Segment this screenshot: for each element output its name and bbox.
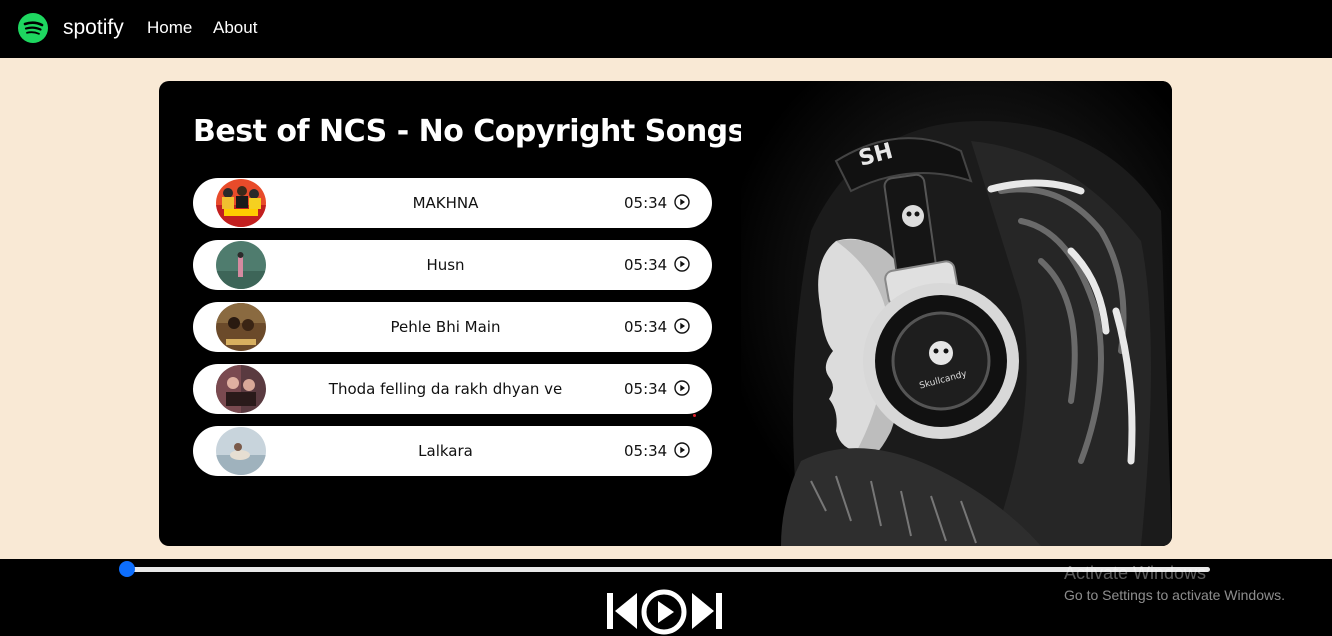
song-item-husn[interactable]: Husn 05:34 xyxy=(193,240,712,290)
song-item-thoda-felling[interactable]: Thoda felling da rakh dhyan ve 05:34 xyxy=(193,364,712,414)
play-circle-icon[interactable] xyxy=(674,442,690,458)
song-title: Husn xyxy=(426,256,465,274)
song-title: Lalkara xyxy=(418,442,473,460)
next-icon[interactable] xyxy=(690,591,724,631)
decorative-dot xyxy=(693,414,696,417)
brand-name[interactable]: spotify xyxy=(63,16,124,40)
song-duration: 05:34 xyxy=(624,380,668,398)
play-circle-icon[interactable] xyxy=(674,194,690,210)
song-duration: 05:34 xyxy=(624,318,668,336)
song-item-makhna[interactable]: MAKHNA 05:34 xyxy=(193,178,712,228)
song-title: Thoda felling da rakh dhyan ve xyxy=(328,380,563,398)
song-cover-image xyxy=(216,427,266,475)
song-title: Pehle Bhi Main xyxy=(390,318,501,336)
play-circle-icon[interactable] xyxy=(674,318,690,334)
activate-windows-subtitle: Go to Settings to activate Windows. xyxy=(1064,587,1285,603)
song-item-pehle-bhi-main[interactable]: Pehle Bhi Main 05:34 xyxy=(193,302,712,352)
song-item-lalkara[interactable]: Lalkara 05:34 xyxy=(193,426,712,476)
progress-thumb[interactable] xyxy=(119,561,135,577)
playlist-card: Best of NCS - No Copyright Songs MAKHNA … xyxy=(159,81,1172,546)
nav-link-home[interactable]: Home xyxy=(147,18,192,38)
song-duration: 05:34 xyxy=(624,194,668,212)
headphones-woman-image: SH Skullcandy xyxy=(741,81,1172,546)
playlist-title: Best of NCS - No Copyright Songs xyxy=(193,114,746,149)
song-cover-image xyxy=(216,241,266,289)
play-circle-icon[interactable] xyxy=(674,380,690,396)
progress-bar[interactable] xyxy=(127,567,1210,572)
play-circle-icon[interactable] xyxy=(674,256,690,272)
song-title: MAKHNA xyxy=(412,194,479,212)
previous-icon[interactable] xyxy=(605,591,639,631)
song-duration: 05:34 xyxy=(624,442,668,460)
spotify-logo-icon[interactable] xyxy=(18,13,48,43)
song-cover-image xyxy=(216,303,266,351)
song-cover-image xyxy=(216,365,266,413)
play-icon[interactable] xyxy=(641,589,687,635)
activate-windows-title: Activate Windows xyxy=(1064,563,1207,583)
song-duration: 05:34 xyxy=(624,256,668,274)
navbar: spotify Home About xyxy=(0,0,1332,58)
nav-link-about[interactable]: About xyxy=(213,18,257,38)
song-cover-image xyxy=(216,179,266,227)
